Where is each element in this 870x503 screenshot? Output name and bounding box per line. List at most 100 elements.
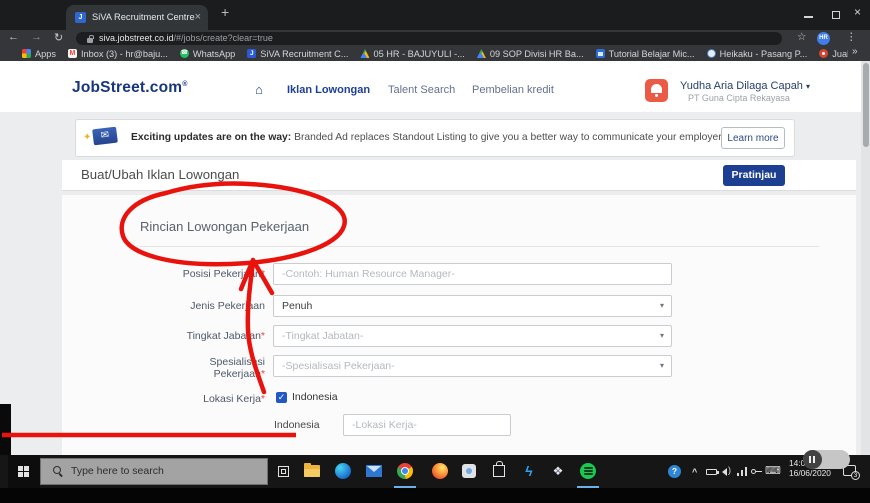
label-jenis-pekerjaan: Jenis Pekerjaan (190, 300, 265, 312)
browser-tab[interactable]: J SiVA Recruitment Centre × (66, 5, 208, 30)
nav-iklan-lowongan[interactable]: Iklan Lowongan (287, 84, 370, 96)
bookmark-siva[interactable]: SiVA Recruitment C... (247, 49, 348, 59)
window-maximize-button[interactable] (830, 8, 844, 22)
nav-talent-search[interactable]: Talent Search (388, 84, 455, 96)
whatsapp-icon (179, 49, 189, 58)
video-letterbox-bottom (0, 488, 870, 503)
bookmark-whatsapp[interactable]: WhatsApp (179, 49, 235, 59)
announcement-banner: ✦ ✉ Exciting updates are on the way: Bra… (75, 119, 795, 157)
tingkat-jabatan-select[interactable]: -Tingkat Jabatan- ▾ (273, 325, 672, 347)
bookmark-tutorial[interactable]: Tutorial Belajar Mic... (595, 49, 695, 59)
drive-icon (476, 49, 486, 58)
url-text: siva.jobstreet.co.id/#/jobs/create?clear… (99, 33, 273, 43)
touch-keyboard-icon[interactable]: ⌨ (765, 464, 781, 477)
microsoft-store-icon[interactable] (493, 461, 505, 477)
chrome-icon[interactable] (397, 463, 413, 479)
key-icon[interactable] (751, 469, 762, 474)
label-posisi-pekerjaan: Posisi Pekerjaan* (182, 268, 265, 280)
browser-menu-icon[interactable]: ⋮ (846, 31, 857, 43)
dropbox-icon[interactable]: ❖ (550, 463, 566, 479)
start-button[interactable] (8, 455, 40, 488)
notification-bell-icon[interactable] (645, 79, 668, 102)
bookmark-fingerspot[interactable]: Jual Fingerspot Rev... (819, 49, 848, 59)
gmail-icon (67, 49, 77, 58)
video-pause-overlay[interactable] (803, 450, 850, 469)
windows-taskbar: Type here to search ϟ ❖ ? ^ ) ⌨ 14:0 16/0… (0, 455, 870, 488)
network-icon[interactable] (737, 467, 749, 476)
posisi-pekerjaan-input[interactable]: -Contoh: Human Resource Manager- (273, 263, 672, 285)
battery-icon[interactable] (706, 469, 719, 475)
windows-logo-icon (18, 466, 29, 477)
new-tab-button[interactable]: + (221, 4, 229, 20)
caret-down-icon: ▾ (659, 301, 664, 310)
screen: J SiVA Recruitment Centre × + × ← → ↻ si… (0, 0, 870, 503)
spesialisasi-pekerjaan-select[interactable]: -Spesialisasi Pekerjaan- ▾ (273, 355, 672, 377)
tab-close-icon[interactable]: × (195, 5, 201, 30)
mail-icon[interactable] (366, 465, 382, 477)
tutorial-icon (595, 49, 605, 58)
banner-text: Exciting updates are on the way: Branded… (131, 132, 754, 143)
file-explorer-icon[interactable] (304, 463, 320, 477)
preview-button[interactable]: Pratinjau (723, 165, 785, 186)
page-scrollbar[interactable] (861, 61, 870, 455)
bookmark-heikaku[interactable]: Heikaku - Pasang P... (706, 49, 807, 59)
bookmark-apps[interactable]: Apps (22, 49, 56, 59)
notification-badge: 3 (851, 471, 860, 480)
nav-pembelian-kredit[interactable]: Pembelian kredit (472, 84, 554, 96)
url-bar[interactable]: siva.jobstreet.co.id/#/jobs/create?clear… (76, 32, 782, 45)
bookmark-09sop[interactable]: 09 SOP Divisi HR Ba... (476, 49, 584, 59)
tab-title: SiVA Recruitment Centre (92, 12, 195, 22)
volume-icon[interactable]: ) (722, 465, 734, 477)
tab-strip: J SiVA Recruitment Centre × + × (0, 0, 870, 30)
lightning-app-icon[interactable]: ϟ (521, 463, 537, 479)
section-title: Rincian Lowongan Pekerjaan (140, 219, 310, 234)
spotify-icon[interactable] (580, 463, 596, 479)
scrollbar-thumb[interactable] (862, 63, 869, 147)
forward-icon[interactable]: → (31, 31, 42, 43)
bookmark-05hr[interactable]: 05 HR - BAJUYULI -... (360, 49, 465, 59)
label-lokasi-kerja: Lokasi Kerja* (203, 393, 265, 405)
siva-icon (247, 49, 257, 58)
user-menu[interactable]: Yudha Aria Dilaga Capah ▾ (680, 80, 810, 92)
indonesia-checkbox[interactable]: ✓ (276, 392, 287, 403)
caret-down-icon: ▾ (659, 331, 664, 340)
tab-favicon-icon: J (75, 12, 86, 23)
bookmark-star-icon[interactable]: ☆ (797, 31, 806, 43)
learn-more-button[interactable]: Learn more (721, 127, 785, 149)
label-indonesia: Indonesia (274, 419, 320, 431)
jobstreet-logo[interactable]: JobStreet.com® (72, 79, 188, 97)
envelope-icon: ✉ (92, 126, 118, 146)
tray-chevron-up-icon[interactable]: ^ (692, 467, 697, 477)
edge-icon[interactable] (335, 463, 351, 479)
bookmarks-bar: Apps Inbox (3) - hr@baju... WhatsApp SiV… (0, 46, 848, 61)
search-icon (53, 466, 61, 474)
page-title: Buat/Ubah Iklan Lowongan (81, 167, 240, 182)
drive-icon (360, 49, 370, 58)
checkbox-label-indonesia: Indonesia (292, 391, 338, 403)
sparkle-icon: ✦ (83, 132, 92, 143)
maximize-icon (832, 11, 840, 19)
photos-icon[interactable] (462, 464, 476, 478)
help-icon[interactable]: ? (668, 465, 681, 478)
apps-grid-icon (22, 49, 31, 58)
back-icon[interactable]: ← (8, 31, 19, 43)
bookmarks-overflow-icon[interactable]: » (852, 46, 858, 57)
window-close-button[interactable]: × (854, 5, 861, 19)
window-minimize-button[interactable] (802, 8, 816, 22)
firefox-icon[interactable] (432, 463, 448, 479)
reload-icon[interactable]: ↻ (54, 31, 63, 44)
bookmark-inbox[interactable]: Inbox (3) - hr@baju... (67, 49, 168, 59)
jenis-pekerjaan-select[interactable]: Penuh ▾ (273, 295, 672, 317)
heikaku-icon (706, 49, 716, 58)
company-name: PT Guna Cipta Rekayasa (688, 93, 790, 103)
home-icon[interactable]: ⌂ (255, 82, 263, 97)
taskbar-search[interactable]: Type here to search (40, 458, 268, 485)
minimize-icon (804, 16, 813, 18)
task-view-icon[interactable] (278, 466, 289, 477)
caret-down-icon: ▾ (659, 361, 664, 370)
lokasi-kerja-input[interactable]: -Lokasi Kerja- (343, 414, 511, 436)
caret-down-icon: ▾ (806, 82, 811, 91)
page-title-bar: Buat/Ubah Iklan Lowongan Pratinjau (62, 160, 856, 191)
date-text: 16/06/2020 (789, 468, 831, 478)
profile-avatar[interactable]: HR (817, 31, 830, 45)
